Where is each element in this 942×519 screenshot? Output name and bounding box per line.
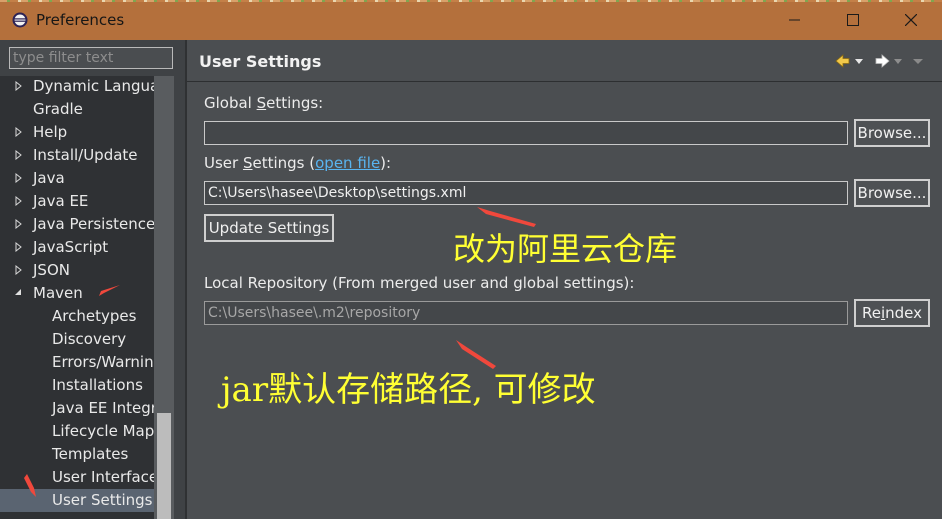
arrow-to-user-settings-item	[24, 474, 36, 497]
annotation-arrows	[24, 207, 536, 497]
arrow-to-settings-field	[477, 207, 536, 227]
arrow-to-maven	[99, 285, 120, 296]
arrow-to-repository-field	[456, 340, 496, 369]
